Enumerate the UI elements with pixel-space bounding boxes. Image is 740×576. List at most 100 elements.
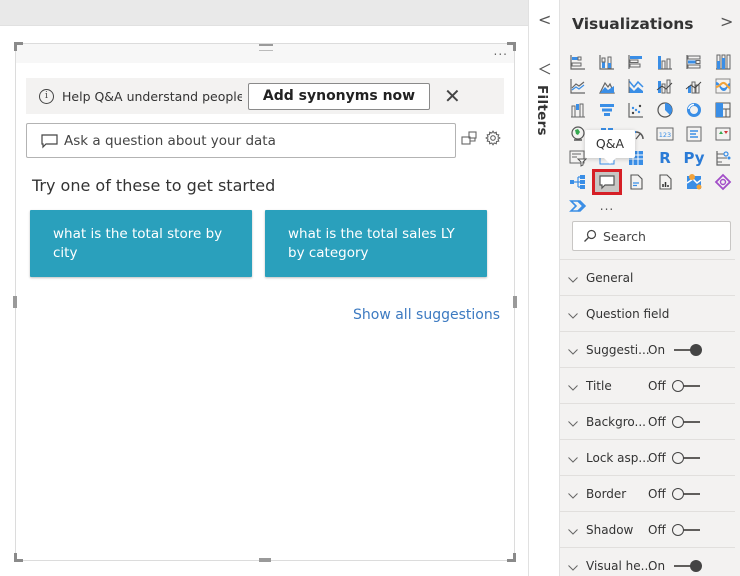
arcgis-map-icon[interactable] (680, 170, 708, 194)
filters-pane-toggle[interactable]: Filters (534, 85, 550, 136)
section-general[interactable]: General (560, 260, 735, 296)
section-label: Border (586, 486, 627, 501)
resize-handle-top-right[interactable] (507, 42, 516, 51)
card-icon[interactable]: 123 (651, 122, 679, 146)
suggestions-toggle[interactable] (672, 343, 702, 356)
gear-icon[interactable] (485, 130, 501, 150)
kpi-icon[interactable] (709, 122, 737, 146)
visual-header-toggle[interactable] (672, 559, 702, 572)
stacked-column-chart-icon[interactable] (593, 50, 621, 74)
toggle-state-label: On (648, 342, 666, 357)
resize-handle-right[interactable] (513, 296, 517, 308)
section-border[interactable]: Border Off (560, 476, 735, 512)
line-and-stacked-column-chart-icon[interactable] (651, 74, 679, 98)
section-background[interactable]: Backgro... Off (560, 404, 735, 440)
background-toggle[interactable] (672, 415, 702, 428)
line-and-clustered-column-chart-icon[interactable] (680, 74, 708, 98)
section-label: Suggesti... (586, 342, 650, 357)
format-sections: General Question field Suggesti... On Ti… (560, 260, 735, 576)
line-chart-icon[interactable] (564, 74, 592, 98)
filter-icon[interactable] (538, 62, 551, 81)
r-script-visual-icon[interactable]: R (651, 146, 679, 170)
funnel-chart-icon[interactable] (593, 98, 621, 122)
section-label: Lock asp... (586, 450, 650, 465)
chat-bubble-icon (41, 134, 58, 149)
scatter-chart-icon[interactable] (622, 98, 650, 122)
section-visual-header[interactable]: Visual he... On (560, 548, 735, 576)
section-title[interactable]: Title Off (560, 368, 735, 404)
pie-chart-icon[interactable] (651, 98, 679, 122)
paginated-report-icon[interactable] (651, 170, 679, 194)
resize-handle-bottom[interactable] (259, 558, 271, 562)
smart-narrative-icon[interactable] (622, 170, 650, 194)
show-all-suggestions-link[interactable]: Show all suggestions (353, 307, 500, 323)
turn-into-visual-icon[interactable] (461, 130, 477, 150)
section-lock-aspect[interactable]: Lock asp... Off (560, 440, 735, 476)
donut-chart-icon[interactable] (680, 98, 708, 122)
search-input[interactable] (603, 228, 723, 244)
resize-handle-bottom-left[interactable] (14, 553, 23, 562)
suggestion-button[interactable]: what is the total store by city (30, 210, 252, 277)
100-stacked-bar-chart-icon[interactable] (680, 50, 708, 74)
100-stacked-column-chart-icon[interactable] (709, 50, 737, 74)
chevron-right-icon[interactable]: > (720, 12, 733, 31)
banner-text: Help Q&A understand people's q... (62, 88, 242, 104)
visualizations-title: Visualizations (572, 15, 694, 33)
section-question-field[interactable]: Question field (560, 296, 735, 332)
close-icon[interactable]: ✕ (444, 86, 461, 106)
area-chart-icon[interactable] (593, 74, 621, 98)
drag-grip-icon[interactable] (259, 44, 273, 51)
resize-handle-bottom-right[interactable] (507, 553, 516, 562)
resize-handle-top-left[interactable] (14, 42, 23, 51)
clustered-bar-chart-icon[interactable] (622, 50, 650, 74)
question-input-box[interactable] (26, 123, 456, 158)
filters-pane: < Filters (528, 0, 560, 576)
search-icon (583, 229, 597, 243)
toggle-state-label: Off (648, 450, 666, 465)
ribbon-chart-icon[interactable] (709, 74, 737, 98)
key-influencers-icon[interactable] (709, 146, 737, 170)
section-label: Title (586, 378, 612, 393)
chevron-left-icon[interactable]: < (538, 10, 551, 29)
suggestion-button[interactable]: what is the total sales LY by category (265, 210, 487, 277)
section-suggestions[interactable]: Suggesti... On (560, 332, 735, 368)
question-input[interactable] (64, 132, 444, 149)
toggle-state-label: Off (648, 378, 666, 393)
border-toggle[interactable] (672, 487, 702, 500)
decomposition-tree-icon[interactable] (564, 170, 592, 194)
chevron-down-icon (568, 448, 578, 467)
qa-visual-icon[interactable] (592, 169, 622, 195)
python-visual-icon[interactable]: Py (680, 146, 708, 170)
section-label: Visual he... (586, 558, 653, 573)
section-shadow[interactable]: Shadow Off (560, 512, 735, 548)
format-search-box[interactable] (572, 221, 731, 251)
power-apps-icon[interactable] (709, 170, 737, 194)
title-toggle[interactable] (672, 379, 702, 392)
more-options-button[interactable]: ... (494, 45, 508, 57)
section-label: Backgro... (586, 414, 646, 429)
qa-visual[interactable]: ... i Help Q&A understand people's q... … (13, 42, 517, 562)
toggle-state-label: Off (648, 522, 666, 537)
more-visuals-button[interactable]: ... (593, 194, 621, 218)
chevron-down-icon (568, 484, 578, 503)
stacked-area-chart-icon[interactable] (622, 74, 650, 98)
shadow-toggle[interactable] (672, 523, 702, 536)
treemap-icon[interactable] (709, 98, 737, 122)
resize-handle-left[interactable] (13, 296, 17, 308)
canvas-top-bar (0, 0, 528, 26)
section-label: General (586, 270, 634, 285)
chevron-down-icon (568, 556, 578, 575)
waterfall-chart-icon[interactable] (564, 98, 592, 122)
chevron-down-icon (568, 304, 578, 323)
clustered-column-chart-icon[interactable] (651, 50, 679, 74)
chevron-down-icon (568, 376, 578, 395)
toggle-state-label: On (648, 558, 666, 573)
multi-row-card-icon[interactable] (680, 122, 708, 146)
add-synonyms-button[interactable]: Add synonyms now (248, 82, 430, 110)
power-automate-icon[interactable] (564, 194, 592, 218)
question-input-tools (461, 130, 501, 150)
power-bi-report-editor: ... i Help Q&A understand people's q... … (0, 0, 740, 576)
lock-aspect-toggle[interactable] (672, 451, 702, 464)
stacked-bar-chart-icon[interactable] (564, 50, 592, 74)
visualizations-pane: Visualizations > 123 R Py ... Search Gen… (560, 0, 740, 576)
